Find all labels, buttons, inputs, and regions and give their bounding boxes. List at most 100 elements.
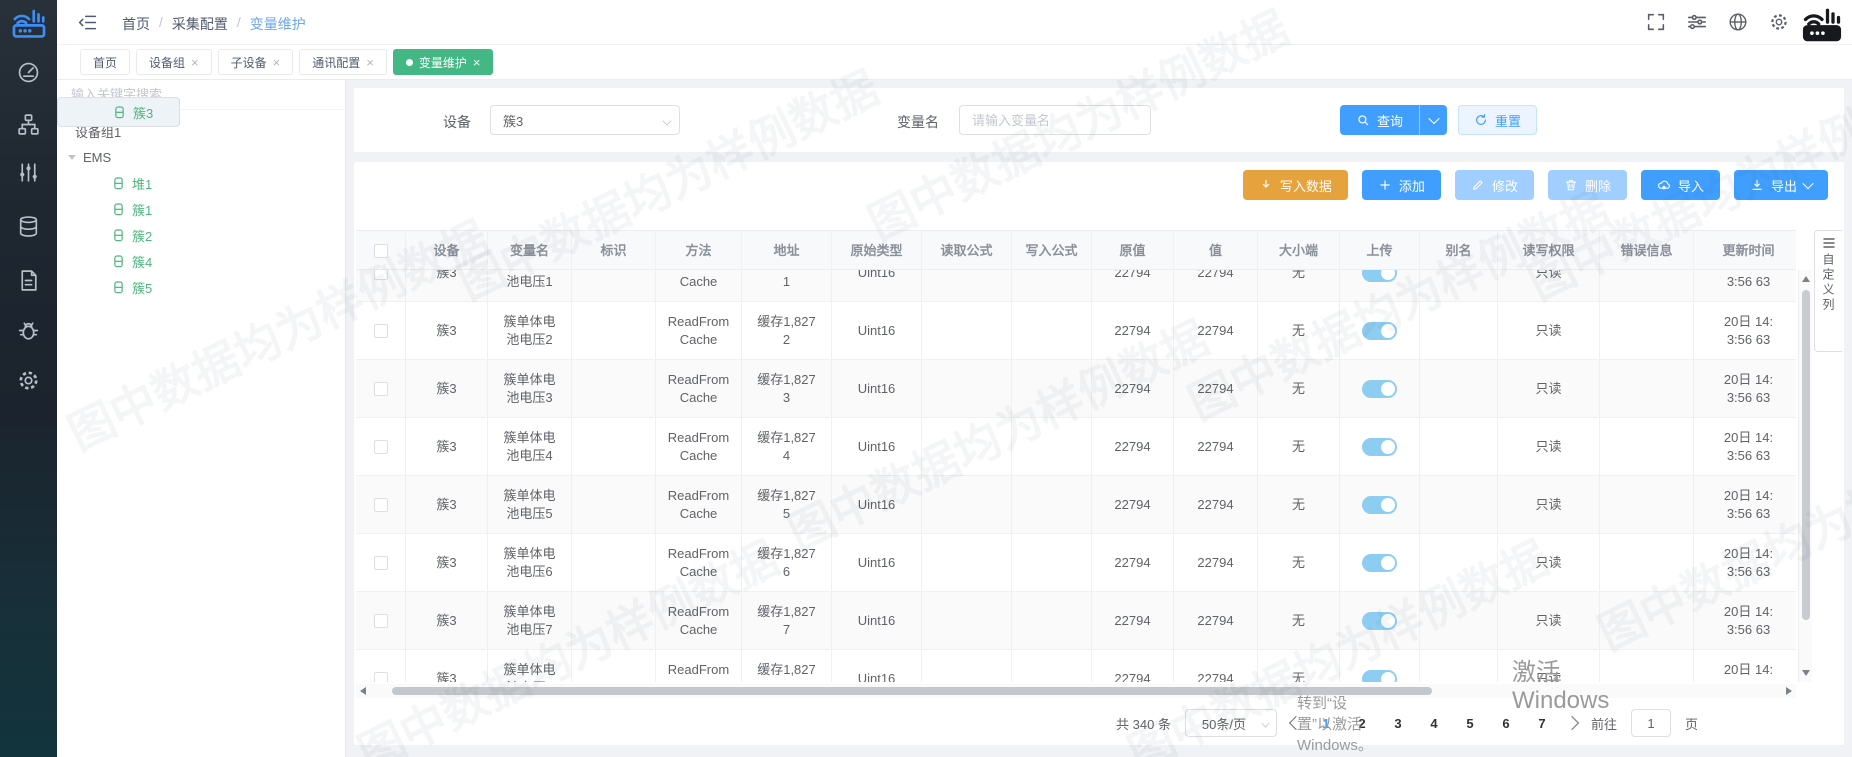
device-tree-icon[interactable] [16, 112, 41, 137]
row-checkbox[interactable] [374, 382, 388, 396]
upload-toggle[interactable] [1362, 554, 1397, 572]
dashboard-icon[interactable] [16, 60, 41, 85]
cell-raw-type: Uint16 [832, 360, 922, 417]
close-icon[interactable]: × [473, 56, 481, 69]
upload-toggle[interactable] [1362, 380, 1397, 398]
close-icon[interactable]: × [191, 56, 199, 69]
search-button[interactable]: 查询 [1340, 105, 1419, 135]
bug-icon[interactable] [16, 318, 41, 343]
filter-lines-icon[interactable] [1686, 11, 1708, 33]
globe-icon[interactable] [1727, 11, 1749, 33]
goto-page-input[interactable] [1631, 709, 1671, 737]
cell-read-formula [922, 650, 1012, 682]
table-row: 簇3 簇单体电池电压6 ReadFrom Cache 缓存1,8276 Uint… [356, 534, 1796, 592]
upload-toggle[interactable] [1362, 438, 1397, 456]
tree-node-cluster3[interactable]: 簇3 [57, 97, 180, 127]
page-number-7[interactable]: 7 [1531, 716, 1553, 731]
variable-name-input[interactable] [960, 106, 1150, 134]
reset-button-label: 重置 [1495, 111, 1521, 130]
tab-sub-device[interactable]: 子设备 × [218, 49, 294, 75]
edit-button[interactable]: 修改 [1455, 170, 1534, 200]
row-checkbox[interactable] [374, 270, 388, 280]
cell-read-formula [922, 534, 1012, 591]
table-row: 簇3 簇单体电池电压4 ReadFrom Cache 缓存1,8274 Uint… [356, 418, 1796, 476]
cell-permission: 只读 [1498, 270, 1600, 301]
horizontal-scroll-thumb[interactable] [392, 687, 1432, 695]
reset-button[interactable]: 重置 [1458, 105, 1537, 135]
write-data-button[interactable]: 写入数据 [1243, 170, 1348, 200]
tree-node-stack1[interactable]: 堆1 [57, 170, 345, 196]
gear-icon[interactable] [16, 368, 41, 393]
breadcrumb-collect-config[interactable]: 采集配置 [172, 14, 228, 34]
upload-toggle[interactable] [1362, 270, 1397, 282]
page-number-1[interactable]: 1 [1315, 716, 1337, 731]
row-checkbox[interactable] [374, 556, 388, 570]
page-number-3[interactable]: 3 [1387, 716, 1409, 731]
vertical-scroll-thumb[interactable] [1802, 290, 1810, 620]
cell-value: 22794 [1174, 592, 1258, 649]
tab-variable-maintenance[interactable]: 变量维护× [393, 49, 494, 75]
cell-value: 22794 [1174, 418, 1258, 475]
row-checkbox[interactable] [374, 324, 388, 338]
tree-node-cluster1[interactable]: 簇1 [57, 196, 345, 222]
cell-value: 22794 [1174, 270, 1258, 301]
row-checkbox[interactable] [374, 614, 388, 628]
prev-page-button[interactable] [1289, 716, 1303, 730]
page-number-5[interactable]: 5 [1459, 716, 1481, 731]
close-icon[interactable]: × [366, 56, 374, 69]
caret-down-icon[interactable] [68, 155, 76, 160]
tab-label: 子设备 [231, 54, 267, 71]
cell-error [1600, 592, 1694, 649]
icon-rail [0, 0, 57, 757]
scroll-down-arrow[interactable] [1802, 670, 1810, 676]
row-checkbox[interactable] [374, 440, 388, 454]
import-button[interactable]: 导入 [1641, 170, 1720, 200]
cell-address: 缓存1,8277 [755, 603, 819, 639]
device-logo-icon [1800, 2, 1844, 44]
tree-node-cluster4[interactable]: 簇4 [57, 248, 345, 274]
add-button[interactable]: 添加 [1362, 170, 1441, 200]
page-size-select[interactable]: 50条/页 [1185, 709, 1277, 737]
scroll-right-arrow[interactable] [1786, 687, 1792, 695]
cell-alias [1420, 302, 1498, 359]
collapse-menu-icon[interactable] [77, 12, 98, 33]
cell-endian: 无 [1258, 302, 1340, 359]
cell-raw-value: 22794 [1092, 418, 1174, 475]
next-page-button[interactable] [1565, 716, 1579, 730]
scroll-up-arrow[interactable] [1802, 276, 1810, 282]
button-label: 写入数据 [1280, 176, 1332, 195]
pagination: 共 340 条 50条/页 1 2 3 4 5 6 7 前往 页 [1116, 708, 1698, 738]
tree-node-ems[interactable]: EMS [57, 144, 345, 170]
custom-columns-tab[interactable]: 自定义列 [1814, 230, 1842, 352]
document-icon[interactable] [16, 268, 41, 293]
tuning-icon[interactable] [16, 160, 41, 185]
select-all-checkbox[interactable] [374, 244, 388, 258]
delete-button[interactable]: 删除 [1548, 170, 1627, 200]
breadcrumb-home[interactable]: 首页 [122, 14, 150, 34]
row-checkbox[interactable] [374, 672, 388, 683]
device-select[interactable]: 簇3 [490, 105, 680, 135]
row-checkbox[interactable] [374, 498, 388, 512]
tree-node-cluster2[interactable]: 簇2 [57, 222, 345, 248]
cell-address: 缓存1,8274 [755, 429, 819, 465]
tree-node-cluster5[interactable]: 簇5 [57, 274, 345, 300]
export-button[interactable]: 导出 [1734, 170, 1828, 200]
scroll-left-arrow[interactable] [360, 687, 366, 695]
tab-comm-config[interactable]: 通讯配置× [299, 49, 387, 75]
upload-toggle[interactable] [1362, 612, 1397, 630]
page-number-2[interactable]: 2 [1351, 716, 1373, 731]
page-number-6[interactable]: 6 [1495, 716, 1517, 731]
col-device: 设备 [406, 231, 488, 270]
upload-toggle[interactable] [1362, 496, 1397, 514]
close-icon[interactable]: × [273, 56, 281, 69]
search-dropdown-button[interactable] [1419, 105, 1447, 135]
tab-device-group[interactable]: 设备组× [136, 49, 212, 75]
device-tree-panel: 设备组1 EMS 堆1 簇1 簇2 簇3 簇4 簇5 [57, 80, 346, 757]
page-number-4[interactable]: 4 [1423, 716, 1445, 731]
database-icon[interactable] [16, 214, 41, 239]
upload-toggle[interactable] [1362, 670, 1397, 683]
upload-toggle[interactable] [1362, 322, 1397, 340]
tab-home[interactable]: 首页 [80, 49, 130, 75]
fullscreen-icon[interactable] [1645, 11, 1667, 33]
gear-icon[interactable] [1768, 11, 1790, 33]
